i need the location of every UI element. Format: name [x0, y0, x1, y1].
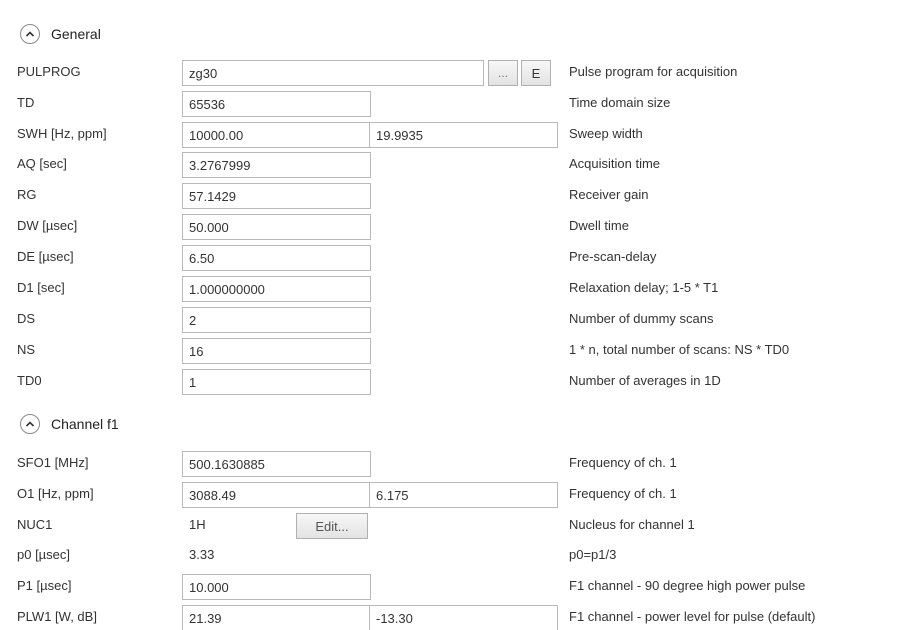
collapse-channel-f1-button[interactable]	[20, 414, 40, 434]
param-label: D1 [sec]	[17, 280, 65, 295]
param-row-td0: TD0 Number of averages in 1D	[0, 367, 910, 397]
param-row-o1: O1 [Hz, ppm] Frequency of ch. 1	[0, 480, 910, 510]
rg-input[interactable]	[182, 183, 371, 209]
section-title-channel-f1: Channel f1	[51, 416, 119, 432]
param-description: Frequency of ch. 1	[569, 486, 677, 501]
o1-ppm-input[interactable]	[369, 482, 558, 508]
param-description: Nucleus for channel 1	[569, 517, 695, 532]
param-label: PULPROG	[17, 64, 81, 79]
swh-ppm-input[interactable]	[369, 122, 558, 148]
param-row-nuc1: NUC1 1H Edit... Nucleus for channel 1	[0, 511, 910, 541]
ds-input[interactable]	[182, 307, 371, 333]
de-input[interactable]	[182, 245, 371, 271]
param-label: TD0	[17, 373, 42, 388]
param-row-de: DE [µsec] Pre-scan-delay	[0, 243, 910, 273]
o1-hz-input[interactable]	[182, 482, 371, 508]
param-row-plw1: PLW1 [W, dB] F1 channel - power level fo…	[0, 603, 910, 630]
dw-input[interactable]	[182, 214, 371, 240]
param-row-swh: SWH [Hz, ppm] Sweep width	[0, 120, 910, 150]
aq-input[interactable]	[182, 152, 371, 178]
param-row-d1: D1 [sec] Relaxation delay; 1-5 * T1	[0, 274, 910, 304]
param-label: AQ [sec]	[17, 156, 67, 171]
plw1-w-input[interactable]	[182, 605, 371, 630]
param-label: p0 [µsec]	[17, 547, 71, 562]
param-label: SWH [Hz, ppm]	[17, 126, 107, 141]
param-description: 1 * n, total number of scans: NS * TD0	[569, 342, 790, 357]
chevron-up-icon	[25, 421, 35, 427]
param-row-ns: NS 1 * n, total number of scans: NS * TD…	[0, 336, 910, 366]
sfo1-input[interactable]	[182, 451, 371, 477]
param-row-dw: DW [µsec] Dwell time	[0, 212, 910, 242]
param-label: PLW1 [W, dB]	[17, 609, 97, 624]
param-row-td: TD Time domain size	[0, 89, 910, 119]
param-row-pulprog: PULPROG ... E Pulse program for acquisit…	[0, 58, 910, 88]
param-label: NUC1	[17, 517, 53, 532]
collapse-general-button[interactable]	[20, 24, 40, 44]
param-description: Frequency of ch. 1	[569, 455, 677, 470]
param-description: Acquisition time	[569, 156, 661, 171]
edit-pulprog-button[interactable]: E	[521, 60, 551, 86]
section-header-general: General	[0, 14, 910, 54]
td0-input[interactable]	[182, 369, 371, 395]
param-description: Receiver gain	[569, 187, 649, 202]
param-label: DW [µsec]	[17, 218, 78, 233]
param-description: F1 channel - power level for pulse (defa…	[569, 609, 816, 624]
param-description: Dwell time	[569, 218, 629, 233]
param-label: P1 [µsec]	[17, 578, 72, 593]
param-description: Number of averages in 1D	[569, 373, 721, 388]
param-description: Time domain size	[569, 95, 671, 110]
param-label: TD	[17, 95, 35, 110]
pulprog-input[interactable]	[182, 60, 484, 86]
param-description: Pre-scan-delay	[569, 249, 657, 264]
edit-nucleus-button[interactable]: Edit...	[296, 513, 368, 539]
param-label: SFO1 [MHz]	[17, 455, 89, 470]
p0-value: 3.33	[189, 547, 215, 562]
param-row-sfo1: SFO1 [MHz] Frequency of ch. 1	[0, 449, 910, 479]
param-row-ds: DS Number of dummy scans	[0, 305, 910, 335]
param-label: RG	[17, 187, 37, 202]
ns-input[interactable]	[182, 338, 371, 364]
param-row-p0: p0 [µsec] 3.33 p0=p1/3	[0, 541, 910, 571]
param-row-aq: AQ [sec] Acquisition time	[0, 150, 910, 180]
param-description: Sweep width	[569, 126, 643, 141]
param-description: p0=p1/3	[569, 547, 617, 562]
param-label: NS	[17, 342, 36, 357]
td-input[interactable]	[182, 91, 371, 117]
param-row-rg: RG Receiver gain	[0, 181, 910, 211]
param-label: DE [µsec]	[17, 249, 74, 264]
param-label: DS	[17, 311, 36, 326]
chevron-up-icon	[25, 31, 35, 37]
plw1-db-input[interactable]	[369, 605, 558, 630]
p1-input[interactable]	[182, 574, 371, 600]
param-description: F1 channel - 90 degree high power pulse	[569, 578, 806, 593]
param-description: Pulse program for acquisition	[569, 64, 738, 79]
browse-pulprog-button[interactable]: ...	[488, 60, 518, 86]
d1-input[interactable]	[182, 276, 371, 302]
param-row-p1: P1 [µsec] F1 channel - 90 degree high po…	[0, 572, 910, 602]
nuc1-value: 1H	[189, 517, 206, 532]
param-description: Number of dummy scans	[569, 311, 714, 326]
swh-hz-input[interactable]	[182, 122, 371, 148]
param-description: Relaxation delay; 1-5 * T1	[569, 280, 719, 295]
section-header-channel-f1: Channel f1	[0, 404, 910, 444]
section-title-general: General	[51, 26, 101, 42]
param-label: O1 [Hz, ppm]	[17, 486, 94, 501]
